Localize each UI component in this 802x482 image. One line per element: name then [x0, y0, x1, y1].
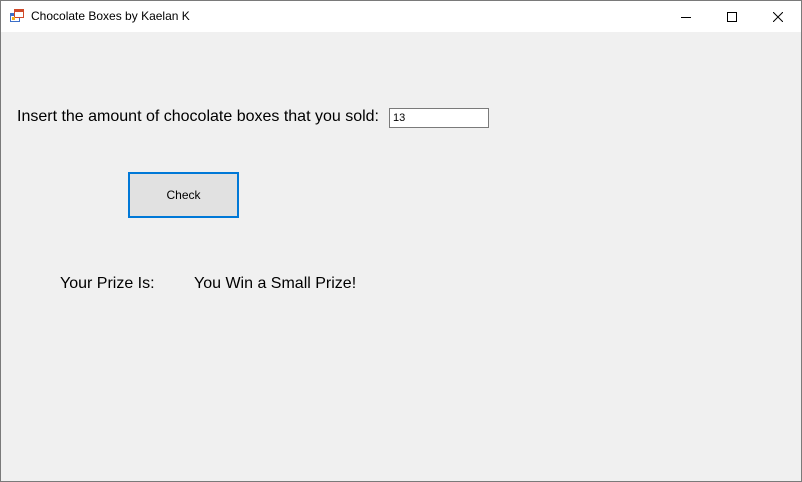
window-title: Chocolate Boxes by Kaelan K	[31, 9, 190, 23]
form-client-area: Insert the amount of chocolate boxes tha…	[1, 32, 801, 481]
maximize-button[interactable]	[709, 1, 755, 32]
check-button-label: Check	[166, 188, 201, 202]
form-app-icon[interactable]	[10, 9, 24, 23]
close-icon	[773, 11, 783, 22]
close-button[interactable]	[755, 1, 801, 32]
amount-prompt-label: Insert the amount of chocolate boxes tha…	[17, 108, 379, 125]
prize-label: Your Prize Is:	[60, 275, 155, 292]
minimize-button[interactable]	[663, 1, 709, 32]
check-button[interactable]: Check	[128, 172, 239, 218]
minimize-icon	[681, 16, 691, 18]
amount-input[interactable]	[389, 108, 489, 128]
prize-result: You Win a Small Prize!	[194, 275, 357, 292]
title-bar[interactable]: Chocolate Boxes by Kaelan K	[1, 1, 801, 32]
app-window: Chocolate Boxes by Kaelan K Insert the a…	[0, 0, 802, 482]
maximize-icon	[727, 11, 737, 22]
